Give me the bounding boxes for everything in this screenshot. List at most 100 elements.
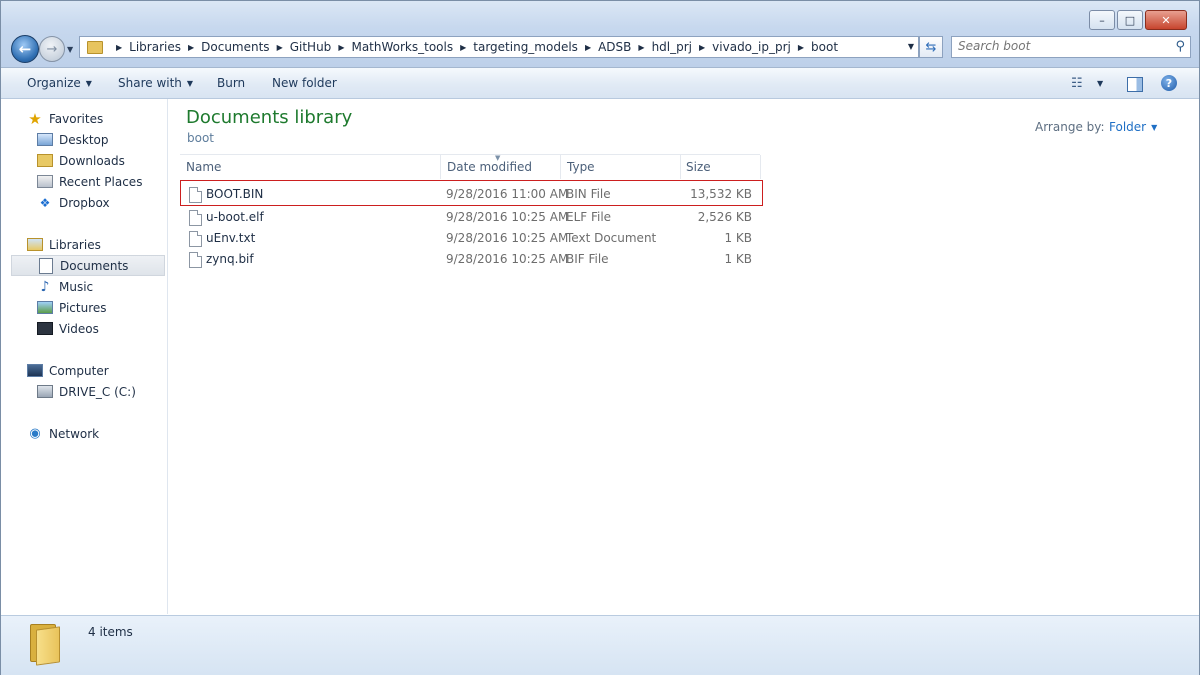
back-button[interactable]: ← <box>11 35 39 63</box>
arrange-by-label: Arrange by: <box>1035 120 1105 134</box>
new-folder-button[interactable]: New folder <box>272 76 337 90</box>
star-icon: ★ <box>28 109 42 128</box>
breadcrumb-mathworks-tools[interactable]: MathWorks_tools <box>351 40 453 54</box>
breadcrumb-separator-icon[interactable]: ▶ <box>116 43 122 52</box>
maximize-button[interactable]: □ <box>1117 10 1143 30</box>
refresh-button[interactable]: ⇆ <box>919 36 943 58</box>
address-bar[interactable]: ▶ Libraries ▶ Documents ▶ GitHub ▶ MathW… <box>79 36 919 58</box>
breadcrumb-separator-icon[interactable]: ▶ <box>699 43 705 52</box>
chevron-down-icon: ▼ <box>85 79 92 88</box>
pictures-icon <box>37 301 53 315</box>
navigation-pane: ★ Favorites Desktop Downloads Recent Plac… <box>1 99 168 614</box>
sidebar-item-favorites[interactable]: ★ Favorites <box>11 108 166 129</box>
column-header-name[interactable]: Name <box>180 155 441 179</box>
sidebar-item-desktop[interactable]: Desktop <box>37 129 166 150</box>
explorer-window: – □ ✕ ← → ▼ ▶ Libraries ▶ Documents ▶ Gi… <box>0 0 1200 675</box>
organize-button[interactable]: Organize ▼ <box>27 76 92 90</box>
chevron-down-icon: ▼ <box>186 79 194 88</box>
file-row[interactable]: uEnv.txt 9/28/2016 10:25 AM Text Documen… <box>180 227 760 248</box>
view-options-dropdown-icon[interactable]: ▼ <box>1097 79 1103 88</box>
file-date-modified: 9/28/2016 10:25 AM <box>446 231 569 245</box>
sidebar-item-label: Favorites <box>49 111 104 126</box>
page-title: Documents library <box>186 107 353 128</box>
file-date-modified: 9/28/2016 10:25 AM <box>446 210 569 224</box>
sidebar-item-pictures[interactable]: Pictures <box>37 297 166 318</box>
search-input[interactable] <box>952 37 1158 55</box>
change-view-icon[interactable]: ☷ <box>1071 76 1083 91</box>
desktop-icon <box>37 133 53 147</box>
share-with-button[interactable]: Share with ▼ <box>118 76 193 90</box>
sidebar-item-label: Pictures <box>59 300 107 315</box>
breadcrumb-adsb[interactable]: ADSB <box>598 40 631 54</box>
breadcrumb-targeting-models[interactable]: targeting_models <box>473 40 578 54</box>
sidebar-item-documents[interactable]: Documents <box>11 255 165 276</box>
sidebar-item-label: Computer <box>49 363 109 378</box>
breadcrumb-documents[interactable]: Documents <box>201 40 269 54</box>
sidebar-item-network[interactable]: ◉ Network <box>11 423 166 444</box>
file-type: ELF File <box>566 210 612 224</box>
share-with-label: Share with <box>118 76 182 90</box>
breadcrumb-hdl-prj[interactable]: hdl_prj <box>652 40 692 54</box>
title-bar: – □ ✕ ← → ▼ ▶ Libraries ▶ Documents ▶ Gi… <box>1 1 1199 68</box>
help-icon[interactable]: ? <box>1161 75 1177 91</box>
breadcrumb-separator-icon[interactable]: ▶ <box>338 43 344 52</box>
sidebar-item-dropbox[interactable]: ❖ Dropbox <box>37 192 166 213</box>
breadcrumb-separator-icon[interactable]: ▶ <box>460 43 466 52</box>
breadcrumb-boot[interactable]: boot <box>811 40 838 54</box>
breadcrumb-separator-icon[interactable]: ▶ <box>798 43 804 52</box>
breadcrumb-separator-icon[interactable]: ▶ <box>277 43 283 52</box>
search-box[interactable]: ⚲ <box>951 36 1191 58</box>
arrange-by-dropdown[interactable]: Folder ▼ <box>1109 120 1157 134</box>
close-button[interactable]: ✕ <box>1145 10 1187 30</box>
recent-pages-dropdown-icon[interactable]: ▼ <box>67 45 73 54</box>
sidebar-item-label: Videos <box>59 321 99 336</box>
sidebar-item-libraries[interactable]: Libraries <box>11 234 166 255</box>
computer-icon <box>27 364 43 378</box>
breadcrumb-github[interactable]: GitHub <box>290 40 332 54</box>
sidebar-item-drive-c[interactable]: DRIVE_C (C:) <box>37 381 166 402</box>
file-size: 1 KB <box>724 231 752 245</box>
minimize-button[interactable]: – <box>1089 10 1115 30</box>
file-row[interactable]: u-boot.elf 9/28/2016 10:25 AM ELF File 2… <box>180 206 760 227</box>
search-icon[interactable]: ⚲ <box>1175 39 1185 54</box>
forward-button[interactable]: → <box>39 36 65 62</box>
highlight-box <box>180 180 763 206</box>
sidebar-item-label: Recent Places <box>59 174 143 189</box>
breadcrumb-vivado-ip-prj[interactable]: vivado_ip_prj <box>712 40 791 54</box>
downloads-folder-icon <box>37 154 53 168</box>
burn-button[interactable]: Burn <box>217 76 245 90</box>
back-arrow-icon: ← <box>18 40 32 58</box>
sidebar-item-label: Desktop <box>59 132 109 147</box>
forward-arrow-icon: → <box>46 41 58 57</box>
column-header-size[interactable]: Size <box>681 155 761 179</box>
column-header-type[interactable]: Type <box>561 155 681 179</box>
file-icon <box>189 231 202 247</box>
column-header-date-modified[interactable]: Date modified <box>441 155 561 179</box>
sidebar-item-downloads[interactable]: Downloads <box>37 150 166 171</box>
file-type: BIF File <box>566 252 609 266</box>
breadcrumb-separator-icon[interactable]: ▶ <box>585 43 591 52</box>
sidebar-item-label: Music <box>59 279 94 294</box>
file-icon <box>189 210 202 226</box>
preview-pane-icon[interactable] <box>1127 77 1143 92</box>
sidebar-item-label: Documents <box>60 258 129 273</box>
breadcrumb-libraries[interactable]: Libraries <box>129 40 181 54</box>
breadcrumb-separator-icon[interactable]: ▶ <box>188 43 194 52</box>
recent-places-icon <box>37 175 53 189</box>
content-pane: Documents library boot Arrange by: Folde… <box>168 99 1199 614</box>
file-name: zynq.bif <box>206 252 254 266</box>
sidebar-item-music[interactable]: ♪ Music <box>37 276 166 297</box>
breadcrumb-separator-icon[interactable]: ▶ <box>638 43 644 52</box>
sidebar-item-label: Dropbox <box>59 195 110 210</box>
sidebar-item-videos[interactable]: Videos <box>37 318 166 339</box>
sidebar-item-label: Network <box>49 426 100 441</box>
sidebar-item-recent-places[interactable]: Recent Places <box>37 171 166 192</box>
arrange-by-value: Folder <box>1109 120 1147 134</box>
documents-icon <box>38 257 54 274</box>
address-dropdown-icon[interactable]: ▼ <box>908 42 914 51</box>
sidebar-item-computer[interactable]: Computer <box>11 360 166 381</box>
file-row[interactable]: zynq.bif 9/28/2016 10:25 AM BIF File 1 K… <box>180 248 760 269</box>
network-icon: ◉ <box>29 426 41 441</box>
file-type: Text Document <box>566 231 657 245</box>
sidebar-item-label: Libraries <box>49 237 101 252</box>
